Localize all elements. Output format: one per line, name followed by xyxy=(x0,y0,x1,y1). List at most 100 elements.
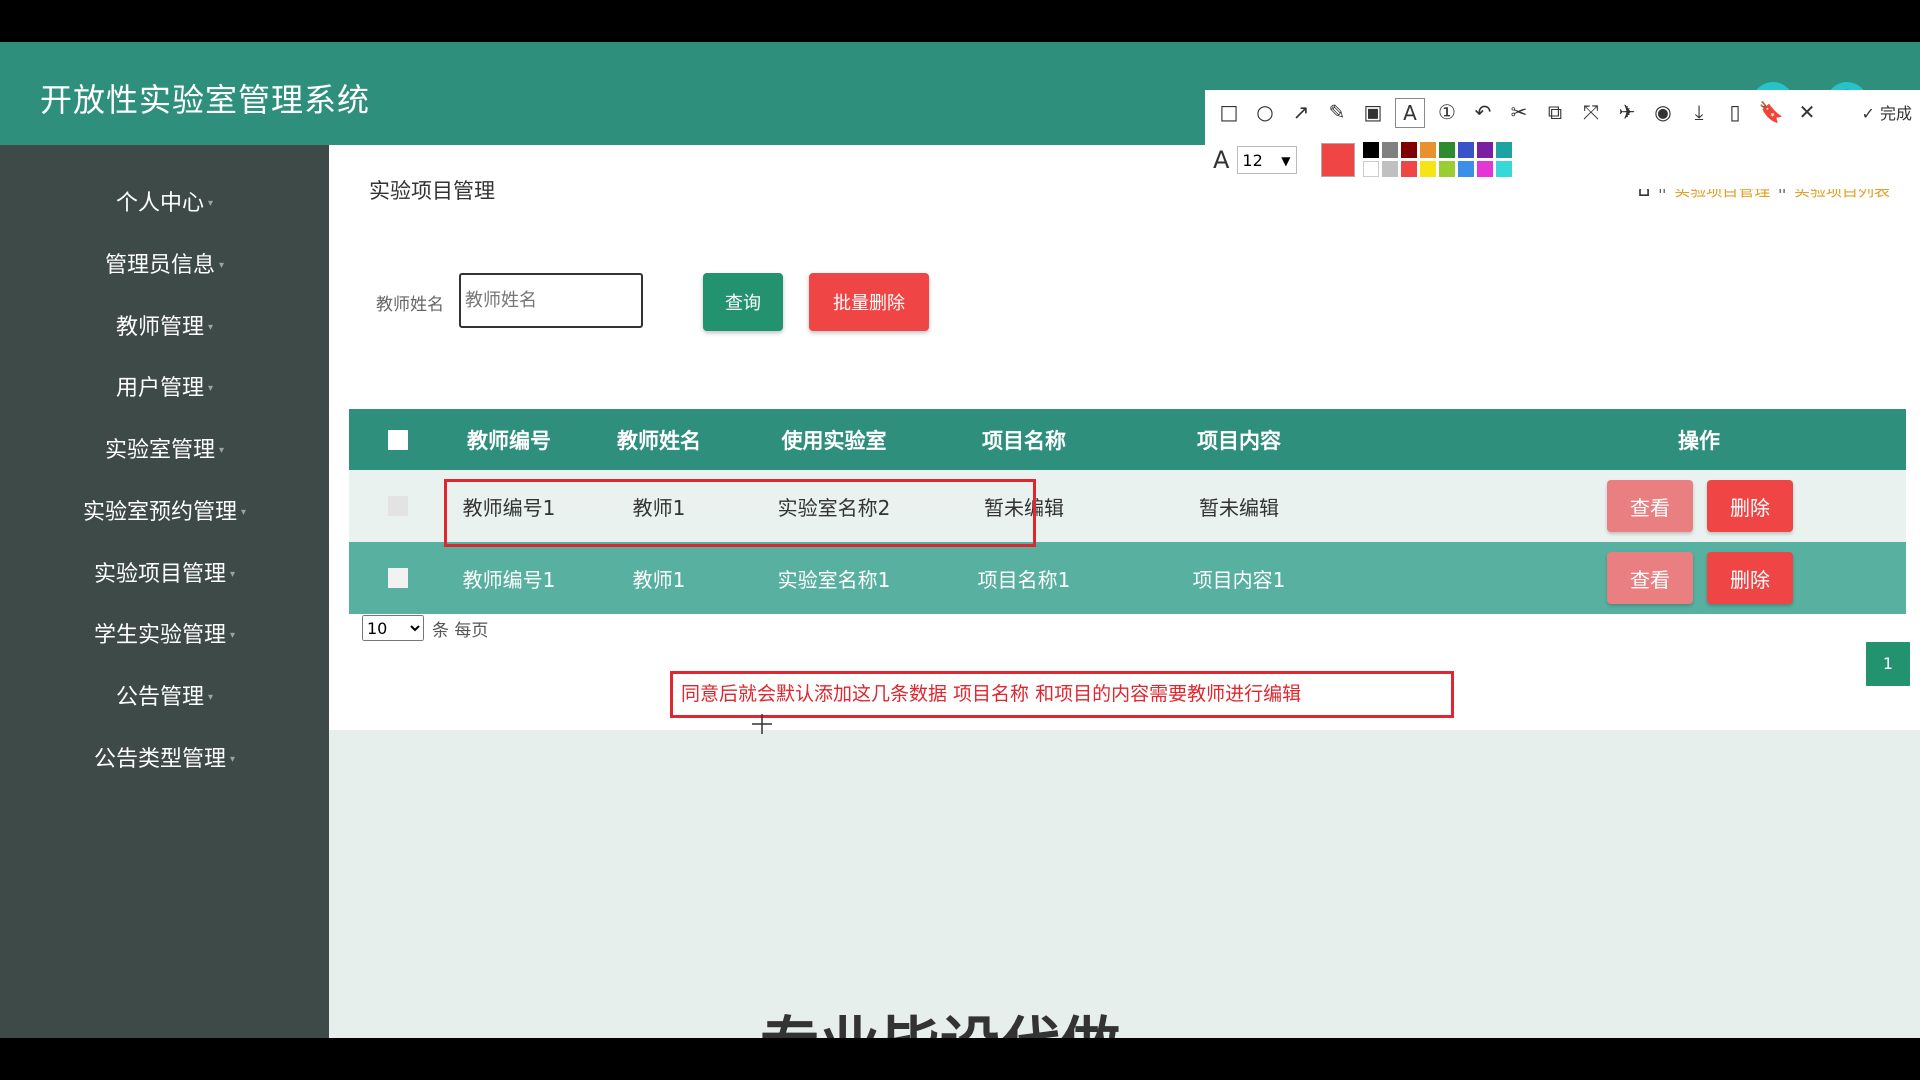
color-swatch[interactable] xyxy=(1401,161,1418,177)
watermark-text: 专业毕设代做 xyxy=(760,997,1120,1038)
cell-project-content: 暂未编辑 xyxy=(1199,495,1279,520)
toolbar-tools: □ ○ ↗ ✎ ▣ A ① ↶ ✂ ⧉ ⤧ ✈ ◉ ⤓ ▯ 🔖 ✕ xyxy=(1215,98,1821,128)
cell-lab: 实验室名称1 xyxy=(777,567,891,592)
cut-icon[interactable]: ✂ xyxy=(1505,98,1533,126)
translate-icon[interactable]: ⧉ xyxy=(1541,98,1569,126)
cell-teacher-name: 教师1 xyxy=(632,567,686,592)
row-checkbox[interactable] xyxy=(388,568,408,588)
table-header: 教师编号 教师姓名 使用实验室 项目名称 项目内容 操作 xyxy=(349,409,1906,470)
sidebar-item-lab-projects[interactable]: 实验项目管理 ▾ xyxy=(0,555,329,595)
color-swatch[interactable] xyxy=(1496,142,1513,158)
crosshair-cursor-icon xyxy=(752,714,772,734)
chevron-down-icon: ▾ xyxy=(218,445,225,456)
tablet-icon[interactable]: ▯ xyxy=(1721,98,1749,126)
text-style-options: A 12 xyxy=(1213,142,1513,177)
record-icon[interactable]: ◉ xyxy=(1649,98,1677,126)
sidebar: 个人中心 ▾ 管理员信息 ▾ 教师管理 ▾ 用户管理 ▾ 实验室管理 ▾ 实验室预约管理 ▾… xyxy=(0,145,329,1038)
delete-button[interactable]: 删除 xyxy=(1707,480,1793,532)
sidebar-item-lab-booking[interactable]: 实验室预约管理 ▾ xyxy=(0,493,329,533)
page-size-unit: 条 每页 xyxy=(432,620,489,641)
view-button[interactable]: 查看 xyxy=(1607,480,1693,532)
page-size-select[interactable]: 10 xyxy=(362,615,424,641)
sidebar-item-labs[interactable]: 实验室管理 ▾ xyxy=(0,431,329,471)
mosaic-tool-icon[interactable]: ▣ xyxy=(1359,98,1387,126)
sidebar-item-announcements[interactable]: 公告管理 ▾ xyxy=(0,678,329,718)
cell-project-name: 项目名称1 xyxy=(977,567,1071,592)
pen-tool-icon[interactable]: ✎ xyxy=(1323,98,1351,126)
color-swatch[interactable] xyxy=(1363,142,1380,158)
color-swatch[interactable] xyxy=(1439,142,1456,158)
ellipse-tool-icon[interactable]: ○ xyxy=(1251,98,1279,126)
long-screenshot-icon[interactable]: ⤧ xyxy=(1577,98,1605,126)
done-button[interactable]: ✓ 完成 xyxy=(1861,100,1912,124)
undo-icon[interactable]: ↶ xyxy=(1469,98,1497,126)
pin-icon[interactable]: ✈ xyxy=(1613,98,1641,126)
sidebar-item-student-experiments[interactable]: 学生实验管理 ▾ xyxy=(0,616,329,656)
page-title: 实验项目管理 xyxy=(369,179,495,203)
sidebar-item-personal-center[interactable]: 个人中心 ▾ xyxy=(0,184,329,224)
color-swatch[interactable] xyxy=(1496,161,1513,177)
teacher-name-search-input[interactable] xyxy=(459,273,643,328)
screenshot-annotation-toolbar: □ ○ ↗ ✎ ▣ A ① ↶ ✂ ⧉ ⤧ ✈ ◉ ⤓ ▯ 🔖 ✕ ✓ 完成 A… xyxy=(1205,90,1920,189)
cell-project-content: 项目内容1 xyxy=(1192,567,1286,592)
annotation-note: 同意后就会默认添加这几条数据 项目名称 和项目的内容需要教师进行编辑 xyxy=(670,671,1454,718)
app-title: 开放性实验室管理系统 xyxy=(40,81,371,119)
header-teacher-no: 教师编号 xyxy=(467,428,551,453)
color-swatch[interactable] xyxy=(1382,142,1399,158)
chevron-down-icon: ▾ xyxy=(207,198,214,209)
text-tool-icon[interactable]: A xyxy=(1395,98,1425,128)
color-swatch[interactable] xyxy=(1363,161,1380,177)
header-actions: 操作 xyxy=(1678,428,1720,453)
header-project-content: 项目内容 xyxy=(1197,428,1281,453)
color-swatch[interactable] xyxy=(1401,142,1418,158)
query-button[interactable]: 查询 xyxy=(703,273,783,331)
color-swatch[interactable] xyxy=(1458,142,1475,158)
header-teacher-name: 教师姓名 xyxy=(617,428,701,453)
search-label: 教师姓名 xyxy=(376,295,444,315)
color-swatch[interactable] xyxy=(1458,161,1475,177)
header-lab: 使用实验室 xyxy=(781,428,887,453)
chevron-down-icon: ▾ xyxy=(207,692,214,703)
font-size-select[interactable]: 12 xyxy=(1237,145,1298,175)
chevron-down-icon: ▾ xyxy=(218,260,225,271)
arrow-tool-icon[interactable]: ↗ xyxy=(1287,98,1315,126)
sidebar-item-admin-info[interactable]: 管理员信息 ▾ xyxy=(0,246,329,286)
app-window: 开放性实验室管理系统 ⤢ 👤 个人中心▾ 管理员信息▾ 教师管理▾ 用户管理▾ … xyxy=(0,42,1920,1038)
batch-delete-button[interactable]: 批量删除 xyxy=(809,273,929,331)
page-number-button[interactable]: 1 xyxy=(1866,642,1910,686)
sidebar-item-teachers[interactable]: 教师管理 ▾ xyxy=(0,308,329,348)
download-icon[interactable]: ⤓ xyxy=(1685,98,1713,126)
color-swatch[interactable] xyxy=(1420,161,1437,177)
main-content: 实验项目管理 ⌂ ll 实验项目管理 ll 实验项目列表 教师姓名 查询 批量删… xyxy=(329,145,1920,730)
color-swatch[interactable] xyxy=(1420,142,1437,158)
color-swatch[interactable] xyxy=(1477,142,1494,158)
chevron-down-icon: ▾ xyxy=(207,322,214,333)
chevron-down-icon: ▾ xyxy=(207,383,214,394)
color-swatch[interactable] xyxy=(1439,161,1456,177)
sidebar-item-announcement-types[interactable]: 公告类型管理 ▾ xyxy=(0,740,329,780)
number-tool-icon[interactable]: ① xyxy=(1433,98,1461,126)
page-size-control: 10 条 每页 xyxy=(362,615,488,641)
chevron-down-icon: ▾ xyxy=(240,507,247,518)
chevron-down-icon: ▾ xyxy=(229,569,236,580)
chevron-down-icon: ▾ xyxy=(229,754,236,765)
color-swatch[interactable] xyxy=(1382,161,1399,177)
delete-button[interactable]: 删除 xyxy=(1707,552,1793,604)
bookmark-icon[interactable]: 🔖 xyxy=(1757,98,1785,126)
rectangle-tool-icon[interactable]: □ xyxy=(1215,98,1243,126)
cell-teacher-no: 教师编号1 xyxy=(462,567,556,592)
select-all-checkbox[interactable] xyxy=(388,429,408,450)
chevron-down-icon: ▾ xyxy=(229,630,236,641)
table-row: 教师编号1 教师1 实验室名称1 项目名称1 项目内容1 查看 删除 xyxy=(349,542,1906,614)
color-swatch[interactable] xyxy=(1477,161,1494,177)
check-icon: ✓ xyxy=(1861,104,1875,123)
close-icon[interactable]: ✕ xyxy=(1793,98,1821,126)
row-checkbox[interactable] xyxy=(388,496,408,516)
header-project-name: 项目名称 xyxy=(982,428,1066,453)
font-icon: A xyxy=(1213,145,1230,174)
color-palette xyxy=(1363,142,1513,177)
sidebar-item-users[interactable]: 用户管理 ▾ xyxy=(0,369,329,409)
annotation-highlight-box xyxy=(444,479,1036,547)
view-button[interactable]: 查看 xyxy=(1607,552,1693,604)
current-color-swatch[interactable] xyxy=(1321,142,1356,177)
